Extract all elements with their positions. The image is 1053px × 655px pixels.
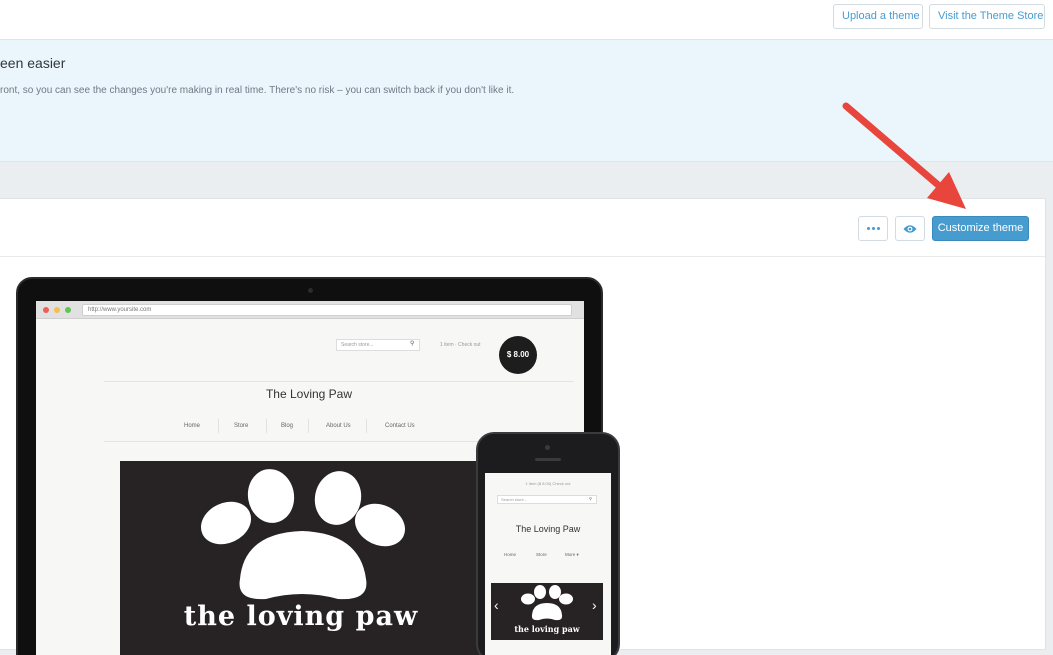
banner-description: ront, so you can see the changes you're … [0, 85, 515, 96]
cart-link: 1 item · Check out [440, 342, 481, 348]
upload-theme-button[interactable]: Upload a theme [833, 4, 923, 29]
card-header: Customize theme [0, 199, 1045, 257]
preview-theme-button[interactable] [895, 216, 925, 241]
nav-item-home: Home [184, 423, 201, 429]
minimize-dot-icon [54, 307, 60, 313]
phone-hero-banner: ‹ the loving paw › [491, 583, 603, 640]
close-dot-icon [43, 307, 49, 313]
nav-separator [218, 419, 219, 433]
phone-nav-home: Home [504, 552, 517, 557]
info-banner: een easier ront, so you can see the chan… [0, 40, 1053, 162]
phone-hero-logo-text: the loving paw [514, 624, 580, 634]
top-bar: Upload a theme Visit the Theme Store [0, 0, 1053, 40]
phone-camera [545, 445, 550, 450]
visit-theme-store-button[interactable]: Visit the Theme Store [929, 4, 1045, 29]
phone-site-title: The Loving Paw [515, 524, 581, 534]
nav-separator [366, 419, 367, 433]
customize-theme-button[interactable]: Customize theme [932, 216, 1029, 241]
more-actions-button[interactable] [858, 216, 888, 241]
laptop-camera [308, 288, 313, 293]
phone-nav-store: Store [536, 552, 547, 557]
ellipsis-icon [866, 227, 880, 230]
store-search-field: Search store... [336, 339, 420, 351]
hero-banner: the loving paw [120, 461, 482, 655]
maximize-dot-icon [65, 307, 71, 313]
nav-separator [266, 419, 267, 433]
phone-screen: 1 item ($ 8.00) Check out Search store..… [485, 473, 611, 655]
phone-preview: 1 item ($ 8.00) Check out Search store..… [476, 432, 620, 655]
nav-item-store: Store [234, 423, 249, 429]
divider [104, 381, 574, 382]
site-title: The Loving Paw [265, 387, 353, 401]
current-theme-card: Customize theme http://www.yoursite.com … [0, 198, 1046, 655]
nav-item-blog: Blog [281, 423, 294, 429]
phone-nav-more: More ▾ [565, 552, 579, 557]
url-bar: http://www.yoursite.com [82, 304, 572, 316]
search-icon: ⚲ [410, 341, 415, 347]
nav-item-about: About Us [326, 423, 351, 429]
eye-icon [903, 224, 917, 233]
nav-separator [308, 419, 309, 433]
nav-item-contact: Contact Us [385, 423, 415, 429]
hero-logo-text: the loving paw [183, 601, 419, 632]
phone-cart-link: 1 item ($ 8.00) Check out [525, 481, 571, 486]
browser-bar: http://www.yoursite.com [36, 301, 584, 319]
search-icon: ⚲ [589, 496, 592, 501]
phone-speaker [535, 458, 561, 461]
chevron-right-icon: › [592, 597, 597, 613]
phone-search-field: Search store... [497, 495, 597, 504]
price-badge: $ 8.00 [499, 336, 537, 374]
banner-title: een easier [0, 55, 66, 71]
